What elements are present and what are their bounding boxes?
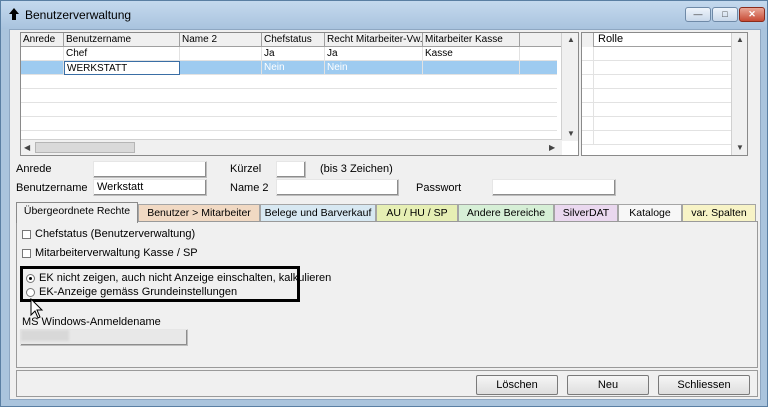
cell-recht: Nein (325, 61, 423, 75)
table-row-empty (21, 75, 557, 89)
benutzerverwaltung-window: Benutzerverwaltung — □ ✕ Anrede Benutzer… (0, 0, 768, 407)
scroll-right-icon[interactable]: ▶ (549, 143, 555, 153)
scroll-up-icon[interactable]: ▲ (736, 35, 744, 45)
role-row (582, 89, 732, 103)
app-arrow-icon (9, 8, 19, 20)
scroll-down-icon[interactable]: ▼ (736, 143, 744, 153)
table-horizontal-scrollbar[interactable]: ◀ ▶ (21, 139, 562, 155)
name2-label: Name 2 (230, 182, 269, 194)
window-title: Benutzerverwaltung (25, 8, 132, 22)
passwort-field[interactable] (492, 179, 616, 196)
col-rolle[interactable]: Rolle (596, 33, 732, 47)
mouse-cursor-icon (30, 298, 44, 319)
kuerzel-label: Kürzel (230, 163, 262, 175)
role-row (582, 47, 732, 61)
anrede-field[interactable] (93, 161, 207, 178)
name2-field[interactable] (276, 179, 399, 196)
role-row (582, 61, 732, 75)
ek-anzeige-radio[interactable] (26, 288, 35, 297)
col-benutzername[interactable]: Benutzername (64, 33, 180, 47)
schliessen-button[interactable]: Schliessen (658, 375, 750, 395)
cell-benutzername-editor[interactable]: WERKSTATT (64, 61, 180, 75)
cell-benutzername: Chef (64, 47, 180, 61)
table-row[interactable]: Chef Ja Ja Kasse (21, 47, 557, 61)
scroll-thumb[interactable] (35, 142, 135, 153)
role-row (582, 75, 732, 89)
cell-chefstatus: Nein (262, 61, 325, 75)
client-area: Anrede Benutzername Name 2 Chefstatus Re… (9, 29, 761, 400)
ek-nicht-zeigen-radio[interactable] (26, 274, 35, 283)
kuerzel-field[interactable] (276, 161, 306, 178)
col-recht-mitarbeiter[interactable]: Recht Mitarbeiter-Vw. (325, 33, 423, 47)
title-bar: Benutzerverwaltung — □ ✕ (1, 1, 767, 29)
col-name2[interactable]: Name 2 (180, 33, 262, 47)
tab-silverdat[interactable]: SilverDAT (554, 204, 618, 222)
role-vertical-scrollbar[interactable]: ▲ ▼ (731, 33, 747, 155)
table-vertical-scrollbar[interactable]: ▲ ▼ (561, 33, 578, 141)
tab-var-spalten[interactable]: var. Spalten (682, 204, 756, 222)
chefstatus-checkbox[interactable] (22, 230, 31, 239)
col-chefstatus[interactable]: Chefstatus (262, 33, 325, 47)
table-header: Anrede Benutzername Name 2 Chefstatus Re… (21, 33, 578, 47)
role-row (582, 131, 732, 145)
cell-anrede (21, 61, 64, 75)
role-corner (582, 33, 594, 47)
table-row-selected[interactable]: WERKSTATT Nein Nein (21, 61, 557, 75)
benutzername-field[interactable]: Werkstatt (93, 179, 207, 196)
tab-strip: Übergeordnete Rechte Benutzer > Mitarbei… (16, 202, 758, 223)
cell-kasse: Kasse (423, 47, 520, 61)
mitarbeiterverwaltung-checkbox[interactable] (22, 249, 31, 258)
anrede-label: Anrede (16, 163, 52, 175)
user-table[interactable]: Anrede Benutzername Name 2 Chefstatus Re… (20, 32, 579, 156)
ek-anzeige-label[interactable]: EK-Anzeige gemäss Grundeinstellungen (39, 286, 237, 299)
table-row-empty (21, 103, 557, 117)
chefstatus-label[interactable]: Chefstatus (Benutzerverwaltung) (35, 228, 195, 241)
role-table[interactable]: Rolle ▲ ▼ (581, 32, 748, 156)
role-row (582, 117, 732, 131)
cell-name2 (180, 61, 262, 75)
scroll-up-icon[interactable]: ▲ (567, 35, 575, 45)
close-button[interactable]: ✕ (739, 7, 765, 22)
loeschen-button[interactable]: Löschen (476, 375, 558, 395)
cell-recht: Ja (325, 47, 423, 61)
redacted-value (21, 330, 69, 341)
tab-kataloge[interactable]: Kataloge (618, 204, 682, 222)
maximize-button[interactable]: □ (712, 7, 738, 22)
tab-uebergeordnete-rechte[interactable]: Übergeordnete Rechte (16, 202, 138, 223)
kuerzel-hint: (bis 3 Zeichen) (320, 163, 393, 175)
tab-benutzer-mitarbeiter[interactable]: Benutzer > Mitarbeiter (138, 204, 260, 222)
scroll-left-icon[interactable]: ◀ (24, 143, 30, 153)
table-row-empty (21, 117, 557, 131)
minimize-button[interactable]: — (685, 7, 711, 22)
cell-chefstatus: Ja (262, 47, 325, 61)
passwort-label: Passwort (416, 182, 462, 194)
cell-kasse (423, 61, 520, 75)
role-row (582, 103, 732, 117)
benutzername-label: Benutzername (16, 182, 88, 194)
col-mitarbeiter-kasse[interactable]: Mitarbeiter Kasse (423, 33, 520, 47)
cell-anrede (21, 47, 64, 61)
tab-belege-barverkauf[interactable]: Belege und Barverkauf (260, 204, 376, 222)
ek-nicht-zeigen-label[interactable]: EK nicht zeigen, auch nicht Anzeige eins… (39, 272, 331, 285)
col-anrede[interactable]: Anrede (21, 33, 64, 47)
cell-name2 (180, 47, 262, 61)
button-bar: Löschen Neu Schliessen (16, 370, 758, 397)
role-header: Rolle (582, 33, 747, 47)
neu-button[interactable]: Neu (567, 375, 649, 395)
mitarbeiterverwaltung-label[interactable]: Mitarbeiterverwaltung Kasse / SP (35, 247, 198, 260)
scroll-down-icon[interactable]: ▼ (567, 129, 575, 139)
ek-options-group: EK nicht zeigen, auch nicht Anzeige eins… (20, 266, 331, 302)
tab-andere-bereiche[interactable]: Andere Bereiche (458, 204, 554, 222)
tab-au-hu-sp[interactable]: AU / HU / SP (376, 204, 458, 222)
table-row-empty (21, 89, 557, 103)
